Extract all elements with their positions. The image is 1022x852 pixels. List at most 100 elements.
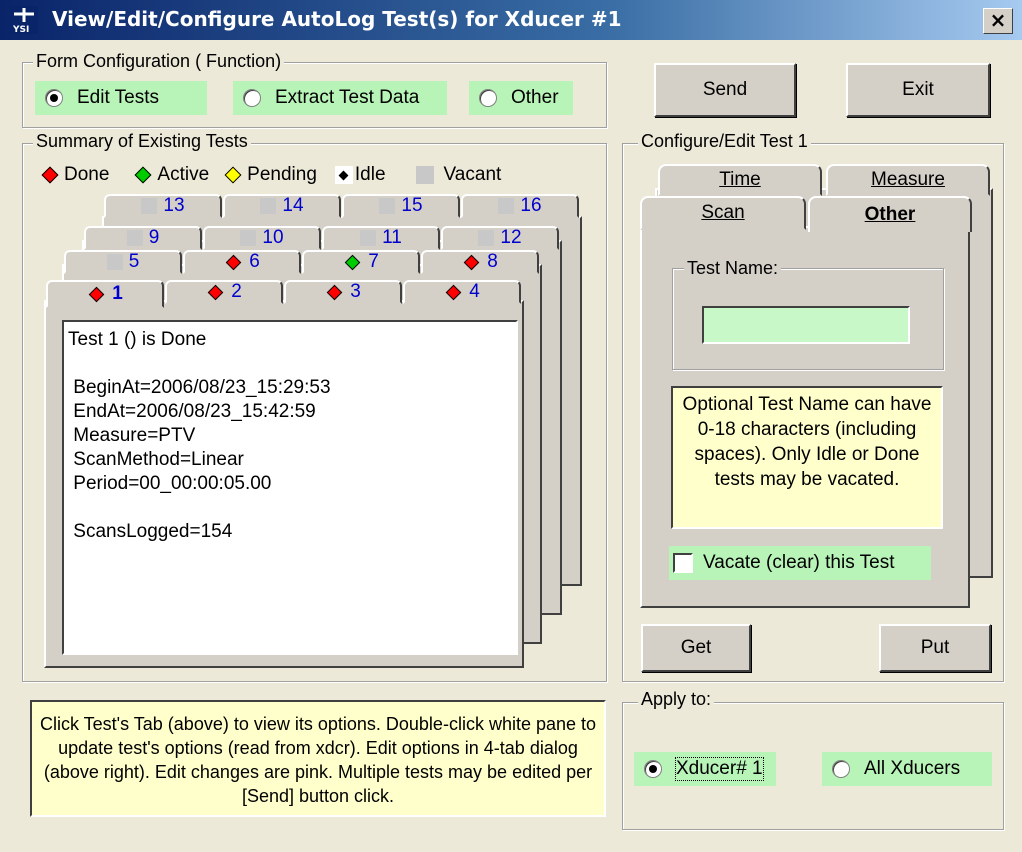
done-icon	[445, 284, 462, 300]
tab-measure[interactable]: Measure	[826, 164, 990, 196]
status-legend: Done Active Pending Idle Vacant	[36, 164, 501, 186]
radio-dot	[479, 89, 497, 107]
vacant-icon	[379, 198, 396, 214]
test-tab-8[interactable]: 8	[421, 250, 539, 274]
tab-number: 5	[128, 251, 140, 272]
legend-active: Active	[157, 164, 210, 185]
test-name-info: Optional Test Name can have 0-18 charact…	[671, 386, 943, 529]
radio-extract-test-data[interactable]: Extract Test Data	[233, 81, 447, 115]
radio-dot	[832, 760, 850, 778]
vacant-icon	[240, 230, 257, 246]
test-name-legend: Test Name:	[684, 258, 782, 278]
tab-time-label: Time	[719, 169, 761, 190]
test-detail-pane[interactable]: Test 1 () is Done BeginAt=2006/08/23_15:…	[62, 320, 518, 655]
radio-all-xducers[interactable]: All Xducers	[822, 752, 992, 786]
vacant-icon	[498, 198, 515, 214]
tab-scan-label: Scan	[701, 202, 745, 223]
tab-number: 14	[282, 195, 304, 216]
done-icon	[207, 284, 224, 300]
test-tab-1[interactable]: 1	[46, 280, 164, 308]
radio-edit-tests[interactable]: Edit Tests	[35, 81, 207, 115]
tab-number: 7	[368, 251, 379, 272]
vacant-icon	[126, 230, 143, 246]
test-tab-15[interactable]: 15	[342, 194, 460, 218]
tab-number: 4	[469, 281, 480, 302]
tab-number: 11	[382, 227, 402, 248]
done-icon	[88, 286, 105, 302]
test-tab-3[interactable]: 3	[284, 280, 402, 304]
vacant-icon	[141, 198, 158, 214]
detail-line: Test 1 () is Done	[68, 329, 207, 350]
summary-legend: Summary of Existing Tests	[33, 131, 251, 151]
vacate-checkbox[interactable]: Vacate (clear) this Test	[669, 546, 931, 580]
test-tab-10[interactable]: 10	[203, 226, 321, 250]
active-icon	[134, 166, 152, 184]
legend-idle: Idle	[354, 164, 386, 185]
vacant-icon	[260, 198, 277, 214]
close-button[interactable]: ×	[983, 8, 1013, 34]
vacate-label: Vacate (clear) this Test	[703, 552, 895, 573]
tab-number: 9	[148, 227, 160, 248]
apply-legend: Apply to:	[638, 689, 715, 709]
vacant-icon	[478, 230, 495, 246]
test-tab-16[interactable]: 16	[461, 194, 579, 218]
radio-dot	[45, 89, 63, 107]
radio-label: Xducer# 1	[675, 757, 764, 781]
tab-time[interactable]: Time	[658, 164, 822, 196]
get-button[interactable]: Get	[641, 624, 751, 672]
test-tab-6[interactable]: 6	[183, 250, 301, 274]
test-tab-11[interactable]: 11	[322, 226, 440, 250]
test-tab-13[interactable]: 13	[104, 194, 222, 218]
vacant-icon	[415, 166, 434, 184]
tab-number: 1	[112, 283, 123, 304]
form-config-legend: Form Configuration ( Function)	[33, 51, 285, 71]
radio-dot	[243, 89, 261, 107]
put-button[interactable]: Put	[879, 624, 991, 672]
tab-number: 16	[520, 195, 542, 216]
test-tab-7[interactable]: 7	[302, 250, 420, 274]
legend-vacant: Vacant	[443, 164, 502, 185]
tab-scan[interactable]: Scan	[640, 196, 806, 230]
tab-number: 10	[262, 227, 284, 248]
send-button[interactable]: Send	[654, 63, 796, 117]
test-tab-14[interactable]: 14	[223, 194, 341, 218]
exit-button[interactable]: Exit	[846, 63, 990, 117]
detail-line: ScansLogged=154	[68, 521, 233, 542]
done-icon	[326, 284, 343, 300]
tab-number: 6	[249, 251, 260, 272]
done-icon	[225, 254, 242, 270]
test-tab-5[interactable]: 5	[64, 250, 182, 274]
detail-line: EndAt=2006/08/23_15:42:59	[68, 401, 316, 422]
tab-number: 8	[487, 251, 498, 272]
vacant-icon	[106, 254, 123, 270]
idle-icon	[334, 166, 353, 184]
radio-label: Extract Test Data	[275, 87, 420, 108]
done-icon	[463, 254, 480, 270]
test-tab-12[interactable]: 12	[441, 226, 559, 250]
config-legend: Configure/Edit Test 1	[638, 131, 811, 151]
legend-pending: Pending	[247, 164, 317, 185]
radio-other[interactable]: Other	[469, 81, 573, 115]
tab-number: 3	[350, 281, 361, 302]
tab-other[interactable]: Other	[808, 196, 972, 232]
radio-label: Edit Tests	[77, 87, 160, 108]
tab-number: 12	[500, 227, 522, 248]
tab-number: 2	[231, 281, 242, 302]
pending-icon	[224, 166, 242, 184]
test-tab-2[interactable]: 2	[165, 280, 283, 304]
svg-text:YSI: YSI	[12, 25, 29, 34]
help-note: Click Test's Tab (above) to view its opt…	[30, 700, 606, 817]
vacant-icon	[360, 230, 377, 246]
app-icon: YSI	[10, 6, 38, 34]
legend-done: Done	[64, 164, 110, 185]
tab-measure-label: Measure	[871, 169, 945, 190]
test-name-input[interactable]	[702, 306, 910, 344]
radio-xducer-1[interactable]: Xducer# 1	[634, 752, 776, 786]
radio-label: All Xducers	[864, 758, 961, 779]
radio-label: Other	[511, 87, 559, 108]
test-tab-9[interactable]: 9	[84, 226, 202, 250]
detail-line	[68, 352, 512, 376]
tab-number: 15	[401, 195, 423, 216]
test-tab-4[interactable]: 4	[403, 280, 521, 304]
detail-line: BeginAt=2006/08/23_15:29:53	[68, 377, 331, 398]
